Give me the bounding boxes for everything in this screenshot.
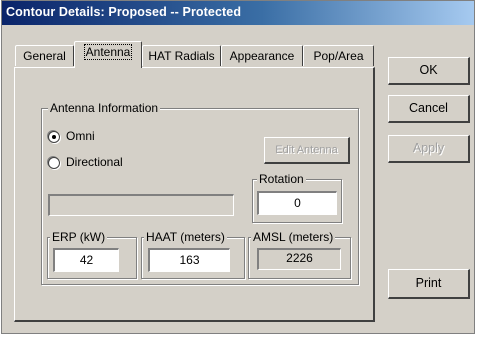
radio-selected-dot xyxy=(52,135,56,139)
haat-input[interactable]: 163 xyxy=(148,248,230,272)
antenna-information-group: Antenna Information Omni Directional Edi… xyxy=(41,101,359,285)
tab-label: Appearance xyxy=(229,49,295,63)
apply-button[interactable]: Apply xyxy=(388,135,470,163)
haat-label: HAAT (meters) xyxy=(144,230,227,244)
amsl-label: AMSL (meters) xyxy=(251,230,336,244)
tab-appearance[interactable]: Appearance xyxy=(221,45,303,66)
tab-label: Antenna xyxy=(83,44,133,60)
haat-group: HAAT (meters) 163 xyxy=(141,230,245,279)
antenna-pattern-field[interactable] xyxy=(48,194,234,216)
directional-label: Directional xyxy=(66,155,123,169)
antenna-tab-panel: Antenna Information Omni Directional Edi… xyxy=(14,67,375,322)
cancel-button[interactable]: Cancel xyxy=(388,95,470,123)
edit-antenna-button[interactable]: Edit Antenna xyxy=(264,137,350,164)
rotation-group: Rotation 0 xyxy=(252,172,342,223)
rotation-label: Rotation xyxy=(257,172,306,186)
tab-general[interactable]: General xyxy=(15,45,74,66)
erp-input[interactable]: 42 xyxy=(53,248,119,272)
omni-label: Omni xyxy=(66,129,95,143)
amsl-readonly-field: 2226 xyxy=(257,248,341,270)
contour-details-dialog: Contour Details: Proposed -- Protected G… xyxy=(1,0,475,334)
print-button[interactable]: Print xyxy=(388,269,470,299)
rotation-input[interactable]: 0 xyxy=(257,191,337,215)
tab-antenna[interactable]: Antenna xyxy=(74,41,142,68)
amsl-group: AMSL (meters) 2226 xyxy=(248,230,351,279)
tab-label: Pop/Area xyxy=(313,49,364,63)
erp-group: ERP (kW) 42 xyxy=(47,230,137,279)
ok-button[interactable]: OK xyxy=(388,57,470,85)
tab-label: HAT Radials xyxy=(148,49,215,63)
tab-hat-radials[interactable]: HAT Radials xyxy=(142,45,221,66)
title-bar[interactable]: Contour Details: Proposed -- Protected xyxy=(2,1,474,25)
antenna-information-label: Antenna Information xyxy=(48,101,161,115)
erp-label: ERP (kW) xyxy=(50,230,108,244)
tab-pop-area[interactable]: Pop/Area xyxy=(303,45,374,66)
omni-radio-button[interactable] xyxy=(48,131,60,143)
directional-radio-button[interactable] xyxy=(48,157,60,169)
tab-label: General xyxy=(23,49,66,63)
window-title: Contour Details: Proposed -- Protected xyxy=(6,5,242,19)
